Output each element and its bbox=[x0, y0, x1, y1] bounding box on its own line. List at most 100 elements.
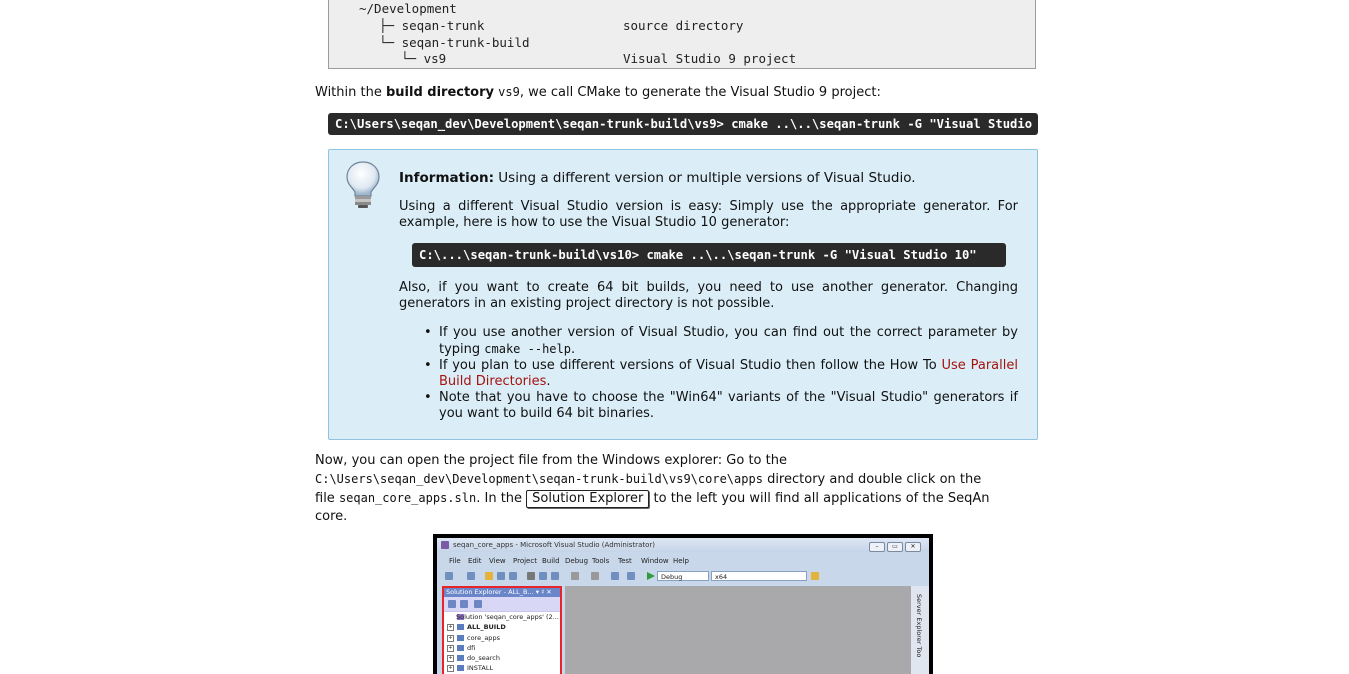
open-project-line-3-end: to the left you will find all applicatio… bbox=[649, 491, 990, 506]
save-icon bbox=[497, 572, 505, 580]
vs-window: seqan_core_apps - Microsoft Visual Studi… bbox=[437, 538, 929, 674]
project-icon bbox=[457, 624, 464, 631]
project-icon bbox=[457, 665, 464, 672]
platform-combo: x64 bbox=[711, 571, 807, 581]
vs-titlebar: seqan_core_apps - Microsoft Visual Studi… bbox=[437, 538, 929, 552]
start-debugging-icon bbox=[647, 572, 655, 580]
cmake-command-vs9: C:\Users\seqan_dev\Development\seqan-tru… bbox=[328, 113, 1038, 135]
vs-window-title: seqan_core_apps - Microsoft Visual Studi… bbox=[453, 541, 655, 549]
cut-icon bbox=[527, 572, 535, 580]
solution-explorer-label: Solution Explorer bbox=[526, 490, 650, 508]
add-item-icon bbox=[467, 572, 475, 580]
solution-label: Solution 'seqan_core_apps' (2... bbox=[456, 613, 559, 621]
close-icon: ✕ bbox=[905, 542, 921, 552]
configuration-combo: Debug bbox=[657, 571, 709, 581]
navigate-forward-icon bbox=[627, 572, 635, 580]
tree-item-all-build: + ALL_BUILD bbox=[444, 622, 560, 633]
info-paragraph-1: Using a different Visual Studio version … bbox=[399, 199, 1018, 230]
bullet-glyph: • bbox=[424, 325, 432, 340]
project-icon bbox=[457, 634, 464, 641]
open-folder-icon bbox=[485, 572, 493, 580]
project-icon bbox=[457, 644, 464, 651]
new-project-icon bbox=[445, 572, 453, 580]
expand-icon: + bbox=[447, 644, 454, 652]
info-paragraph-2: Also, if you want to create 64 bit build… bbox=[399, 280, 1018, 311]
panel-pin-icons: ▾ ♯ ✕ bbox=[535, 588, 552, 596]
solution-file-name: seqan_core_apps.sln bbox=[338, 491, 477, 505]
menu-edit: Edit bbox=[468, 557, 482, 565]
open-project-line-2-text: directory and double click on the bbox=[762, 472, 982, 487]
copy-icon bbox=[539, 572, 547, 580]
refresh-icon bbox=[474, 600, 482, 608]
open-project-line-1: Now, you can open the project file from … bbox=[315, 453, 787, 468]
info-bullet-1: • If you use another version of Visual St… bbox=[399, 325, 1018, 358]
find-icon bbox=[811, 572, 819, 580]
expand-icon: + bbox=[447, 634, 454, 642]
tree-item-install: + INSTALL bbox=[444, 663, 560, 674]
tree-item-core-apps: + core_apps bbox=[444, 632, 560, 643]
vs-menubar: File Edit View Project Build Debug Tools… bbox=[437, 557, 929, 568]
solution-explorer-toolbar bbox=[444, 597, 560, 611]
tree-item-dfi: + dfi bbox=[444, 642, 560, 654]
intro-text-rest: , we call CMake to generate the Visual S… bbox=[519, 85, 881, 100]
solution-explorer-panel: Solution Explorer - ALL_B... ▾ ♯ ✕ Solut… bbox=[442, 586, 562, 674]
bullet-glyph: • bbox=[424, 358, 432, 373]
info-bullet-3: • Note that you have to choose the "Win64… bbox=[399, 390, 1018, 422]
menu-window: Window bbox=[641, 557, 669, 565]
open-project-paragraph: Now, you can open the project file from … bbox=[315, 452, 1039, 526]
tree-row-development: ~/Development bbox=[359, 1, 457, 16]
info-bullet-list: • If you use another version of Visual St… bbox=[399, 325, 1018, 422]
tree-row-vs9-desc: Visual Studio 9 project bbox=[623, 51, 797, 67]
tree-row-seqan-trunk: ├─ seqan-trunk bbox=[379, 17, 485, 33]
tree-row-seqan-trunk-desc: source directory bbox=[623, 17, 744, 33]
maximize-icon: ▭ bbox=[887, 542, 903, 552]
project-label-install: INSTALL bbox=[467, 664, 494, 673]
tree-row-vs9: └─ vs9 bbox=[401, 51, 447, 67]
navigate-back-icon bbox=[611, 572, 619, 580]
open-project-line-3: file seqan_core_apps.sln. In the Solutio… bbox=[315, 489, 1039, 508]
vs-toolbar: Debug x64 bbox=[437, 570, 929, 583]
paste-icon bbox=[551, 572, 559, 580]
server-explorer-tab: Server Explorer Too bbox=[915, 594, 923, 658]
visual-studio-screenshot: seqan_core_apps - Microsoft Visual Studi… bbox=[433, 534, 933, 674]
properties-icon bbox=[448, 600, 456, 608]
show-all-files-icon bbox=[460, 600, 468, 608]
tree-item-do-search: + do_search bbox=[444, 653, 560, 664]
intro-text: Within the bbox=[315, 85, 386, 100]
info-bullet-2-text: If you plan to use different versions of… bbox=[439, 358, 942, 373]
information-box: Information: Using a different version o… bbox=[328, 149, 1038, 440]
menu-build: Build bbox=[542, 557, 560, 565]
solution-explorer-title: Solution Explorer - ALL_B... bbox=[446, 588, 534, 596]
undo-icon bbox=[571, 572, 579, 580]
expand-icon: + bbox=[447, 655, 454, 663]
intro-code: vs9 bbox=[498, 85, 520, 99]
menu-debug: Debug bbox=[565, 557, 589, 565]
directory-tree-block: ~/Development ├─ seqan-trunk source dire… bbox=[328, 0, 1036, 69]
project-label-all-build: ALL_BUILD bbox=[467, 623, 506, 632]
info-heading-text: Using a different version or multiple ve… bbox=[493, 170, 916, 186]
minimize-icon: – bbox=[869, 542, 885, 552]
menu-project: Project bbox=[513, 557, 537, 565]
open-project-line-4: core. bbox=[315, 509, 348, 524]
redo-icon bbox=[591, 572, 599, 580]
menu-help: Help bbox=[673, 557, 689, 565]
open-project-line-3-text: file bbox=[315, 491, 339, 506]
intro-paragraph: Within the build directory vs9, we call … bbox=[315, 83, 1045, 102]
editor-area bbox=[565, 586, 911, 674]
lightbulb-icon bbox=[346, 161, 380, 208]
solution-tree: Solution 'seqan_core_apps' (2... + ALL_BU… bbox=[444, 612, 560, 674]
menu-file: File bbox=[449, 557, 461, 565]
apps-directory-path: C:\Users\seqan_dev\Development\seqan-tru… bbox=[315, 472, 763, 486]
info-bullet-1-code: cmake --help bbox=[484, 342, 571, 356]
info-heading-label: Information: bbox=[399, 170, 494, 186]
info-bullet-2-end: . bbox=[546, 374, 551, 389]
open-project-line-2: C:\Users\seqan_dev\Development\seqan-tru… bbox=[315, 470, 1039, 489]
vs-app-icon bbox=[441, 541, 449, 549]
project-label-do-search: do_search bbox=[467, 654, 500, 663]
open-project-line-3-mid: . In the bbox=[476, 491, 527, 506]
project-label-dfi: dfi bbox=[467, 643, 476, 652]
info-bullet-2: • If you plan to use different versions o… bbox=[399, 358, 1018, 390]
tree-item-solution: Solution 'seqan_core_apps' (2... bbox=[444, 612, 560, 623]
menu-tools: Tools bbox=[592, 557, 610, 565]
menu-view: View bbox=[489, 557, 506, 565]
